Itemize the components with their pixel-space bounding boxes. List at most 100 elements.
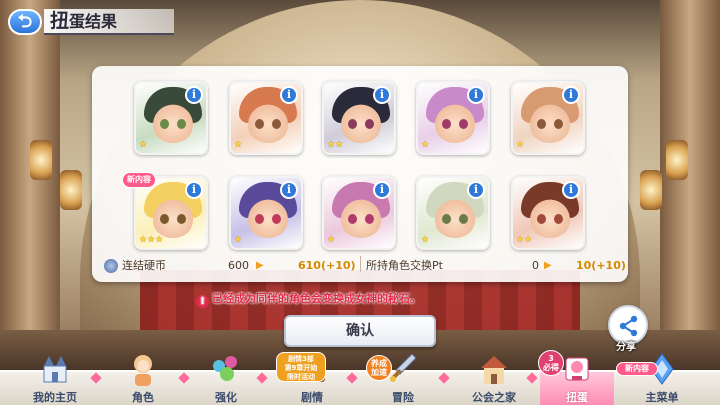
duplicate-notice: ! 已经成为同伴的角色会变换成女神的秘石。 [196, 291, 421, 308]
character-portrait [245, 192, 291, 238]
guild-house-icon [477, 352, 511, 386]
character-eye [365, 214, 374, 224]
character-eye [272, 214, 281, 224]
duplicate-notice-text: 已经成为同伴的角色会变换成女神的秘石。 [212, 292, 421, 305]
story-promo-badge: 剧情3部 第9章开始 限时活动 [276, 352, 326, 382]
share-icon [619, 315, 638, 337]
home-castle-icon [38, 352, 72, 386]
nav-label: 角色 [132, 391, 154, 404]
nav-divider-diamond [178, 372, 190, 384]
nav-label: 我的主页 [33, 391, 77, 404]
nav-item-guild-house[interactable]: 公会之家 [454, 356, 534, 405]
result-card[interactable]: ★ i [229, 176, 303, 250]
result-card[interactable]: ★★ i [511, 176, 585, 250]
confirm-button[interactable]: 确认 [284, 315, 436, 347]
info-button[interactable]: i [562, 181, 580, 199]
back-button[interactable]: ⮌ [8, 9, 42, 35]
result-card[interactable]: ★ i [134, 81, 208, 155]
gacha-icon [560, 352, 594, 386]
info-button[interactable]: i [373, 86, 391, 104]
character-portrait [150, 192, 196, 238]
nav-label: 冒险 [392, 391, 414, 404]
info-button[interactable]: i [185, 181, 203, 199]
connect-coin-icon [104, 259, 118, 273]
info-button[interactable]: i [373, 181, 391, 199]
exchange-pt-value: 0 [532, 259, 539, 272]
character-eye [459, 214, 468, 224]
wall-lamp-icon [60, 170, 82, 210]
character-eye [537, 119, 546, 129]
rarity-stars-icon: ★ [421, 235, 430, 245]
character-eye [255, 214, 264, 224]
info-button[interactable]: i [280, 181, 298, 199]
character-portrait [527, 97, 573, 143]
character-eye [537, 214, 546, 224]
rarity-stars-icon: ★★★ [139, 235, 164, 245]
result-card[interactable]: ★ i [416, 81, 490, 155]
rarity-stars-icon: ★ [516, 140, 525, 150]
character-eye [348, 214, 357, 224]
character-eye [272, 119, 281, 129]
character-portrait [338, 97, 384, 143]
nav-item-enhance[interactable]: 强化 [196, 356, 256, 405]
character-eye [459, 119, 468, 129]
nav-divider-diamond [90, 372, 102, 384]
character-eye [177, 119, 186, 129]
page-title: 扭蛋结果 [44, 9, 174, 35]
result-card[interactable]: ★ i [416, 176, 490, 250]
character-eye [365, 119, 374, 129]
result-card[interactable]: ★★ i [322, 81, 396, 155]
gacha-promo-badge: 3 必得 [538, 350, 564, 376]
connect-coin-after: 610(+10) [298, 259, 356, 272]
result-card[interactable]: ★ i [322, 176, 396, 250]
rarity-stars-icon: ★ [327, 235, 336, 245]
character-eye [554, 214, 563, 224]
nav-label: 剧情 [301, 391, 323, 404]
info-button[interactable]: i [185, 86, 203, 104]
character-portrait [245, 97, 291, 143]
wall-lamp-icon [30, 140, 52, 180]
nav-label: 强化 [215, 391, 237, 404]
nav-item-home[interactable]: 我的主页 [20, 356, 90, 405]
rarity-stars-icon: ★ [234, 235, 243, 245]
arrow-right-icon: ▶ [256, 260, 264, 271]
info-button[interactable]: i [467, 181, 485, 199]
character-eye [255, 119, 264, 129]
nav-item-main-menu[interactable]: 主菜单 [620, 353, 704, 405]
bottom-nav: 我的主页 角色 强化 剧情 冒险 公会之家 扭蛋 主菜单 [0, 353, 720, 405]
nav-label: 公会之家 [472, 391, 516, 404]
character-portrait [432, 192, 478, 238]
character-eye [442, 119, 451, 129]
rarity-stars-icon: ★★ [516, 235, 533, 245]
character-icon [126, 352, 160, 386]
nav-item-character[interactable]: 角色 [108, 355, 178, 405]
info-button[interactable]: i [280, 86, 298, 104]
connect-coin-label: 连结硬币 [122, 259, 166, 272]
adventure-promo-badge: 养成 加速 [366, 355, 392, 381]
character-eye [160, 119, 169, 129]
character-eye [442, 214, 451, 224]
nav-label: 扭蛋 [566, 391, 588, 404]
nav-item-gacha[interactable]: 扭蛋 [540, 357, 614, 405]
character-portrait [432, 97, 478, 143]
result-card[interactable]: ★ i [511, 81, 585, 155]
menu-new-badge: 新内容 [616, 362, 658, 376]
character-portrait [527, 192, 573, 238]
info-button[interactable]: i [467, 86, 485, 104]
character-portrait [338, 192, 384, 238]
connect-coin-value: 600 [228, 259, 249, 272]
exchange-pt-label: 所持角色交换Pt [366, 259, 443, 272]
rarity-stars-icon: ★ [421, 140, 430, 150]
warning-icon: ! [196, 295, 209, 308]
wall-lamp-icon [666, 140, 688, 180]
page-title-first-char: 扭 [50, 10, 70, 32]
result-card[interactable]: ★ i [229, 81, 303, 155]
nav-label: 主菜单 [645, 391, 679, 404]
back-arrow-icon: ⮌ [17, 11, 33, 32]
header: ⮌ 扭蛋结果 [0, 0, 720, 44]
wall-lamp-icon [640, 170, 662, 210]
page-title-rest: 蛋结果 [69, 12, 118, 31]
info-button[interactable]: i [562, 86, 580, 104]
character-eye [348, 119, 357, 129]
currency-row: 连结硬币 600 ▶ 610(+10) 所持角色交换Pt 0 ▶ 10(+10) [100, 256, 626, 276]
